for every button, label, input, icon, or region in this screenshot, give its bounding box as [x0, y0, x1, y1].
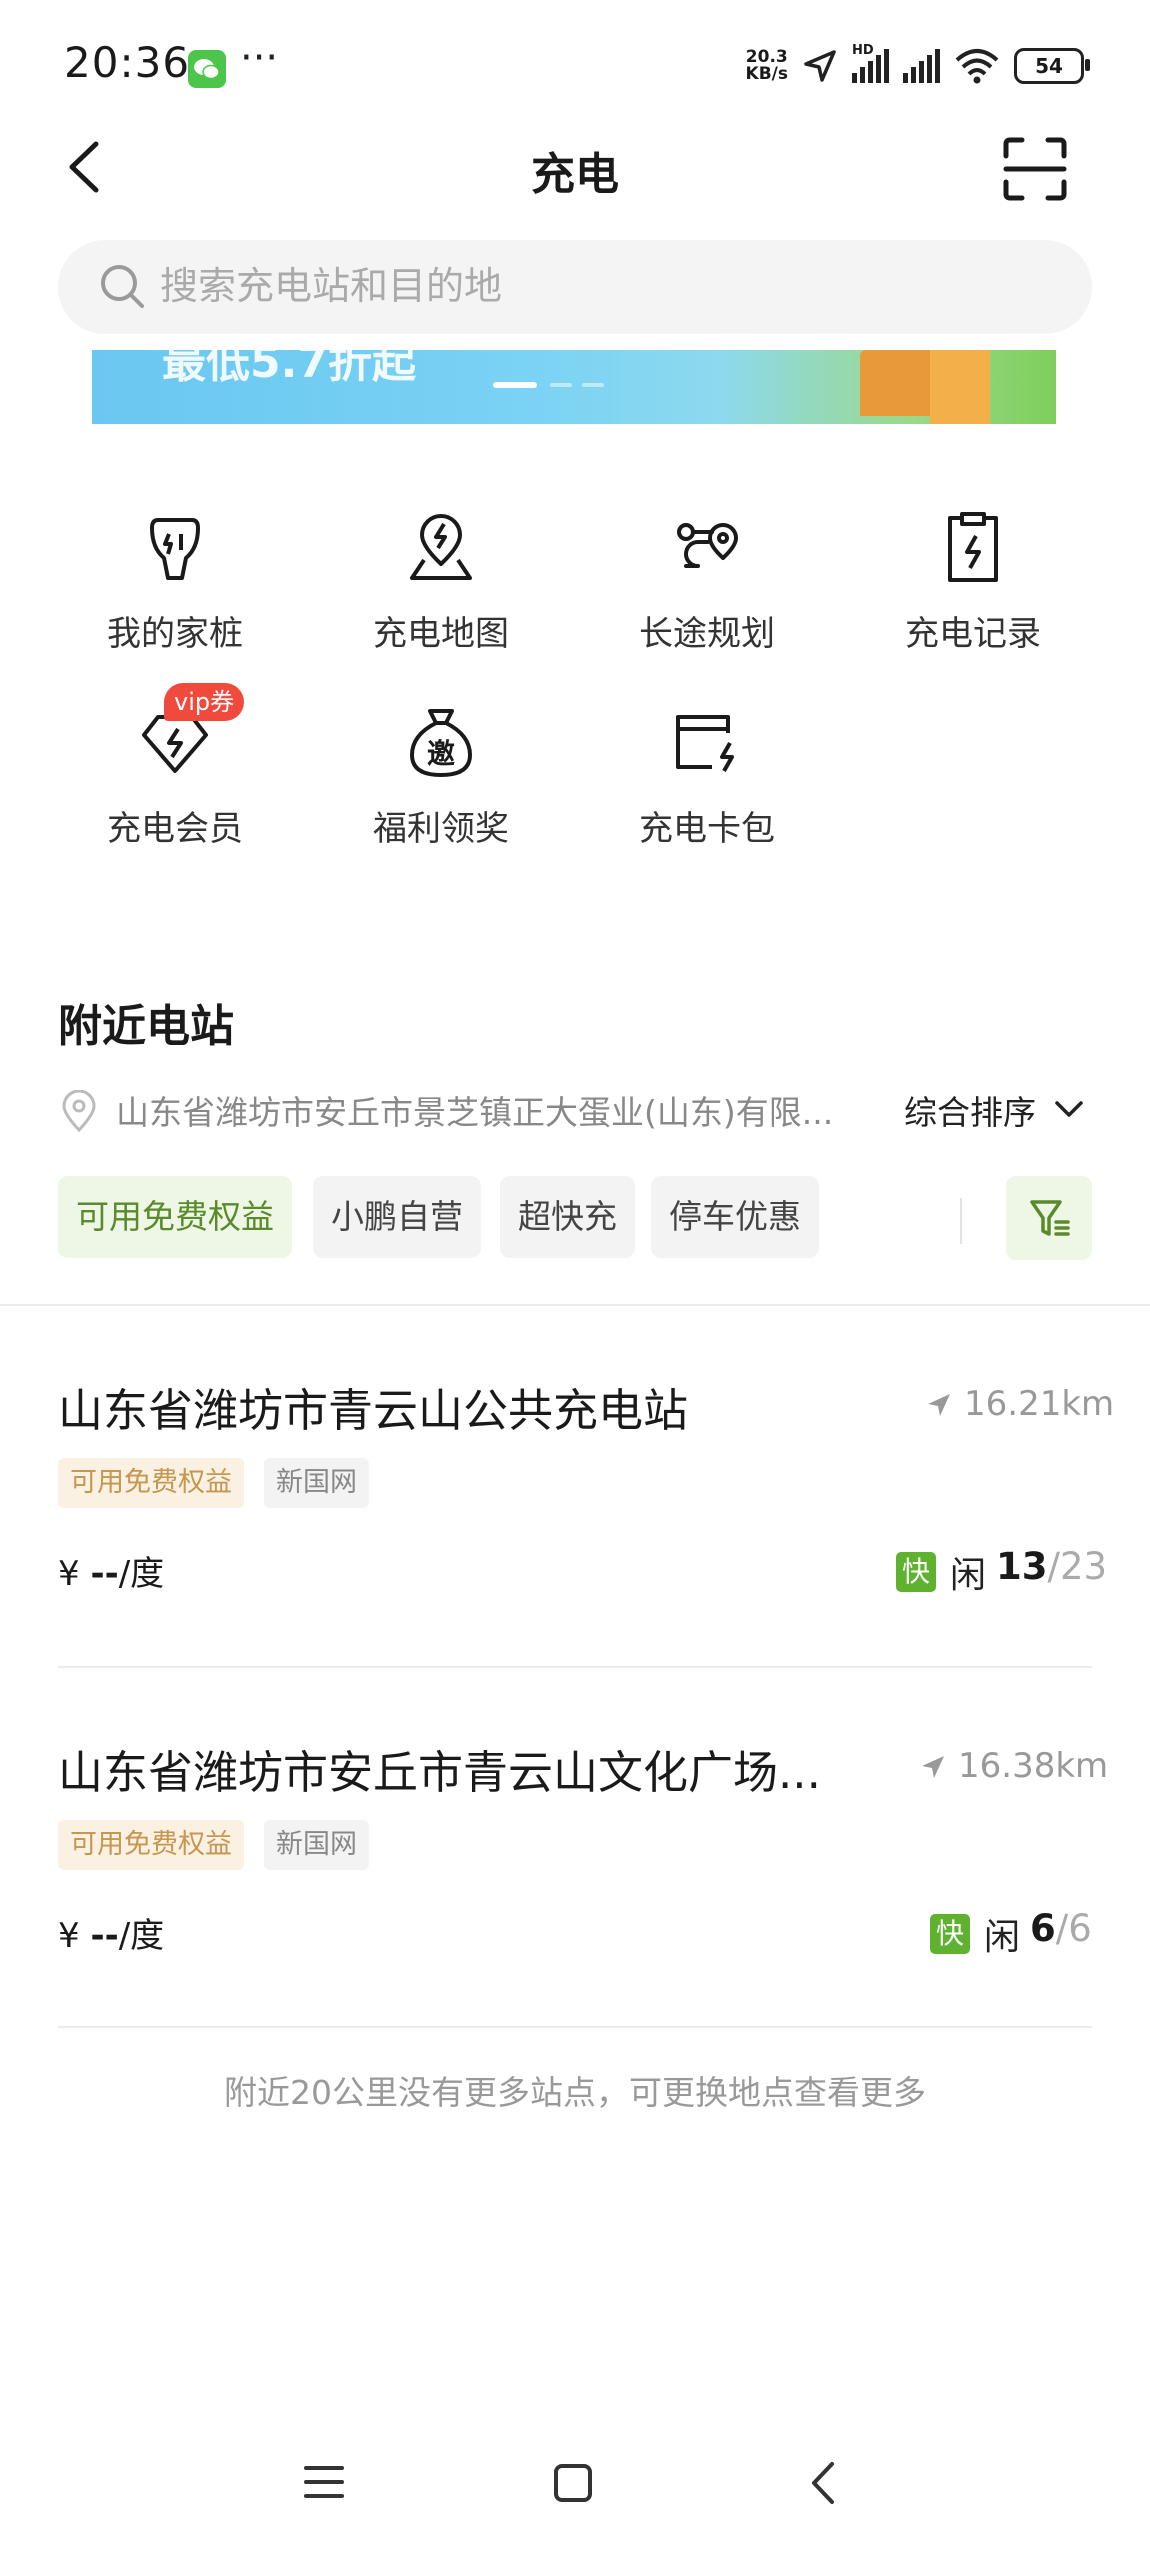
quick-action-label: 充电会员	[107, 809, 243, 849]
station-distance: 16.21km	[964, 1384, 1115, 1424]
filter-chip-parking-discount[interactable]: 停车优惠	[651, 1176, 819, 1258]
gift-bag-icon: 邀	[410, 709, 472, 777]
quick-action-label: 充电记录	[905, 614, 1041, 654]
menu-icon[interactable]	[302, 2462, 346, 2502]
signal-icon: HD	[852, 43, 889, 83]
quick-action-card-wallet[interactable]: 充电卡包	[607, 703, 807, 850]
scan-icon	[1003, 137, 1067, 201]
fast-charge-badge: 快	[930, 1914, 970, 1954]
filter-chip-super-fast[interactable]: 超快充	[500, 1176, 635, 1258]
distance-arrow-icon	[922, 1756, 944, 1778]
filter-chip-free-benefit[interactable]: 可用免费权益	[58, 1176, 292, 1258]
nearby-stations-title: 附近电站	[58, 1001, 234, 1052]
charge-map-icon	[410, 514, 472, 580]
status-indicators: 20.3 KB/s HD 54	[745, 43, 1090, 88]
chevron-down-icon[interactable]	[1052, 1092, 1086, 1126]
banner-text: 最低5.7折起	[162, 350, 416, 388]
quick-action-label: 我的家桩	[107, 614, 243, 654]
station-tag-benefit: 可用免费权益	[58, 1458, 244, 1508]
station-tag-operator: 新国网	[264, 1458, 369, 1508]
station-price: ¥ --/度	[58, 1916, 165, 1956]
search-input[interactable]: 搜索充电站和目的地	[160, 262, 502, 310]
no-more-stations-note: 附近20公里没有更多站点，可更换地点查看更多	[224, 2073, 926, 2112]
net-speed: 20.3 KB/s	[745, 47, 788, 84]
filter-icon	[1030, 1200, 1070, 1236]
idle-label: 闲	[984, 1917, 1021, 1958]
search-icon	[98, 262, 146, 310]
charger-availability: 13/23	[996, 1545, 1108, 1588]
card-wallet-icon	[676, 715, 734, 772]
station-tag-benefit: 可用免费权益	[58, 1820, 244, 1870]
quick-action-label: 长途规划	[639, 614, 775, 654]
banner-dot	[550, 383, 572, 387]
scan-button[interactable]	[1000, 134, 1070, 204]
filter-button[interactable]	[1006, 1176, 1092, 1260]
status-more-dots: ···	[240, 35, 279, 81]
home-icon[interactable]	[552, 2462, 594, 2504]
station-tag-operator: 新国网	[264, 1820, 369, 1870]
quick-action-member[interactable]: 充电会员	[75, 703, 275, 850]
route-plan-icon	[677, 523, 738, 568]
charger-availability: 6/6	[1030, 1907, 1092, 1950]
signal-icon	[903, 49, 940, 83]
station-divider	[58, 2026, 1092, 2028]
filter-chip-xpeng-owned[interactable]: 小鹏自营	[313, 1176, 481, 1258]
idle-label: 闲	[950, 1555, 987, 1596]
gift-bag-icon-text: 邀	[427, 737, 456, 770]
station-distance: 16.38km	[958, 1746, 1109, 1786]
sort-dropdown[interactable]: 综合排序	[904, 1086, 1036, 1134]
station-price: ¥ --/度	[58, 1554, 165, 1594]
chip-divider	[960, 1198, 962, 1244]
quick-action-label: 充电卡包	[639, 809, 775, 849]
quick-action-welfare[interactable]: 邀 福利领奖	[341, 703, 541, 850]
banner-dot	[582, 383, 604, 387]
station-divider	[58, 1666, 1092, 1668]
distance-arrow-icon	[928, 1394, 950, 1416]
section-divider	[0, 1304, 1150, 1306]
home-charger-icon	[150, 518, 200, 580]
wifi-icon	[955, 49, 999, 84]
quick-action-home-charger[interactable]: 我的家桩	[75, 508, 275, 655]
station-name[interactable]: 山东省潍坊市青云山公共充电站	[58, 1374, 688, 1439]
quick-action-charge-record[interactable]: 充电记录	[873, 508, 1073, 655]
page-title: 充电	[531, 149, 619, 200]
location-pin-icon	[62, 1090, 96, 1132]
vip-coupon-badge: vip券	[164, 683, 245, 721]
quick-action-charge-map[interactable]: 充电地图	[341, 508, 541, 655]
current-location[interactable]: 山东省潍坊市安丘市景芝镇正大蛋业(山东)有限...	[116, 1086, 876, 1134]
back-nav-icon[interactable]	[808, 2458, 838, 2508]
quick-action-route-plan[interactable]: 长途规划	[607, 508, 807, 655]
quick-action-label: 福利领奖	[373, 809, 509, 849]
fast-charge-badge: 快	[896, 1552, 936, 1592]
location-arrow-icon	[804, 50, 836, 82]
banner-dot-active	[493, 382, 537, 388]
quick-action-label: 充电地图	[373, 614, 509, 654]
banner-gift-box-image	[930, 350, 990, 424]
wechat-icon	[188, 50, 226, 88]
charge-record-icon	[948, 512, 998, 582]
station-name[interactable]: 山东省潍坊市安丘市青云山文化广场...	[58, 1736, 821, 1801]
battery-icon: 54	[1014, 48, 1090, 84]
status-time: 20:36	[64, 38, 191, 87]
